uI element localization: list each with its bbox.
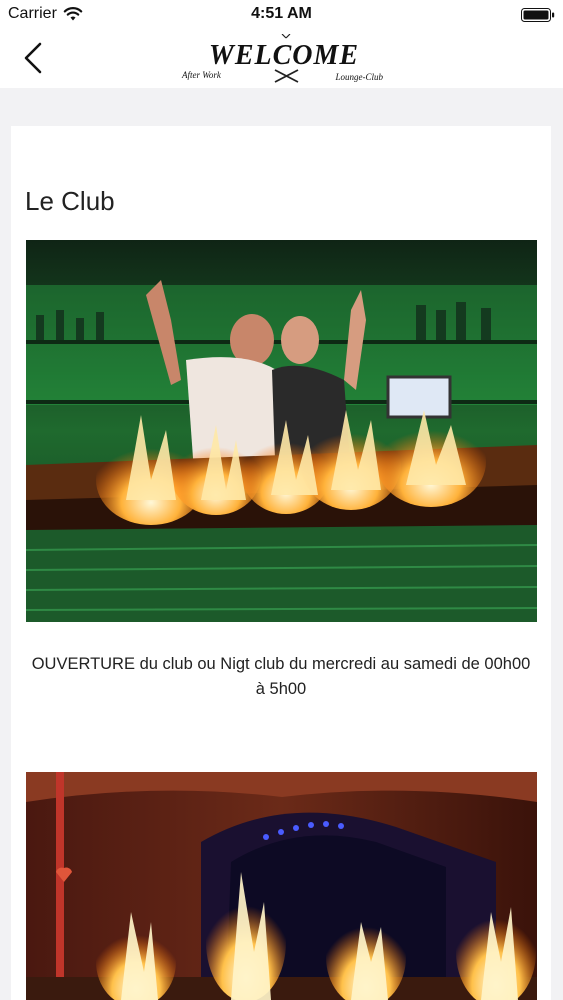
club-fire-photo[interactable] [26,772,537,1000]
fire-tunnel-illustration [26,772,537,1000]
navigation-bar: WELCOME After Work Lounge-Club [0,30,563,88]
battery-icon [521,8,555,22]
club-description: OUVERTURE du club ou Nigt club du mercre… [31,655,531,698]
chevron-left-icon[interactable] [14,38,54,78]
logo-title: WELCOME [209,40,359,71]
status-time: 4:51 AM [251,5,312,22]
bar-fire-illustration [26,240,537,622]
status-bar: Carrier 4:51 AM [0,0,563,30]
club-bar-photo[interactable] [26,240,537,622]
logo-after-work: After Work [181,70,222,80]
logo-lounge-club: Lounge-Club [334,72,383,82]
section-title: Le Club [25,186,115,216]
content-card: Le Club OUVERTURE du club ou Nigt club d… [11,126,551,1000]
welcome-logo: WELCOME After Work Lounge-Club [181,34,383,83]
